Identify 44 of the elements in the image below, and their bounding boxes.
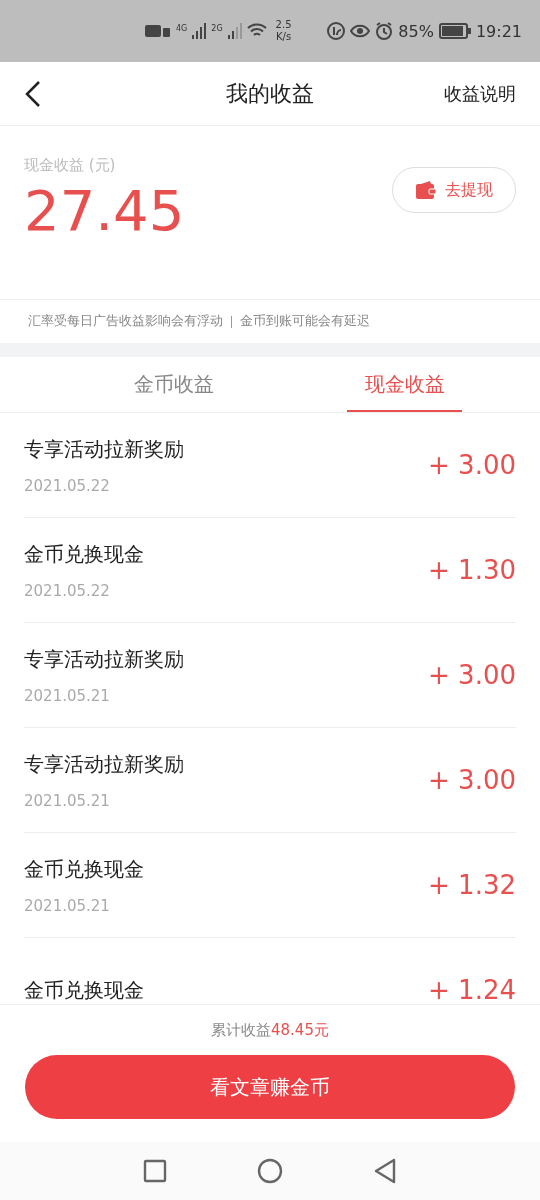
clock-time: 19:21 bbox=[475, 21, 522, 41]
record-amount: + 1.24 bbox=[428, 975, 516, 1004]
record-amount: + 3.00 bbox=[428, 660, 516, 690]
record-date: 2021.05.21 bbox=[24, 896, 111, 915]
total-label: 累计收益 bbox=[211, 1021, 271, 1039]
record-date: 2021.05.22 bbox=[24, 581, 111, 600]
signal-icon bbox=[192, 23, 207, 39]
home-icon[interactable] bbox=[257, 1158, 283, 1184]
record-title: 专享活动拉新奖励 bbox=[24, 435, 184, 463]
back-icon[interactable] bbox=[24, 79, 42, 108]
eye-icon bbox=[350, 24, 371, 38]
recent-apps-icon[interactable] bbox=[143, 1159, 167, 1183]
balance-label: 现金收益 (元) bbox=[24, 156, 117, 175]
record-date: 2021.05.22 bbox=[24, 476, 111, 495]
record-amount: + 1.32 bbox=[428, 870, 516, 900]
record-title: 金币兑换现金 bbox=[24, 976, 144, 1004]
withdraw-button[interactable]: 去提现 bbox=[392, 167, 516, 213]
record-amount: + 1.30 bbox=[428, 555, 516, 585]
record-title: 专享活动拉新奖励 bbox=[24, 645, 184, 673]
earnings-info-link[interactable]: 收益说明 bbox=[444, 81, 516, 106]
record-title: 金币兑换现金 bbox=[24, 540, 144, 568]
wallet-icon bbox=[415, 180, 437, 200]
battery-percent: 85% bbox=[398, 21, 434, 41]
record-amount: + 3.00 bbox=[428, 450, 516, 480]
signal-icon bbox=[227, 23, 242, 39]
network-label: 4G bbox=[176, 24, 188, 33]
alarm-icon bbox=[375, 22, 394, 40]
notice-text: 金币到账可能会有延迟 bbox=[240, 313, 370, 330]
record-title: 金币兑换现金 bbox=[24, 855, 144, 883]
network-speed: 2.5 K/s bbox=[275, 19, 292, 43]
record-date: 2021.05.21 bbox=[24, 791, 111, 810]
battery-icon bbox=[438, 23, 471, 39]
tab[interactable]: 现金收益 bbox=[347, 357, 462, 412]
notice-text: 汇率受每日广告收益影响会有浮动 bbox=[28, 313, 223, 330]
page-title: 我的收益 bbox=[226, 79, 314, 108]
record-amount: + 3.00 bbox=[428, 765, 516, 795]
read-articles-button[interactable]: 看文章赚金币 bbox=[25, 1055, 515, 1119]
record-title: 专享活动拉新奖励 bbox=[24, 750, 184, 778]
record-date: 2021.05.21 bbox=[24, 686, 111, 705]
balance-amount: 27.45 bbox=[24, 183, 185, 239]
tab[interactable]: 金币收益 bbox=[0, 357, 347, 412]
total-value: 48.45元 bbox=[271, 1021, 329, 1039]
network-label: 2G bbox=[211, 24, 223, 33]
back-nav-icon[interactable] bbox=[373, 1158, 397, 1184]
